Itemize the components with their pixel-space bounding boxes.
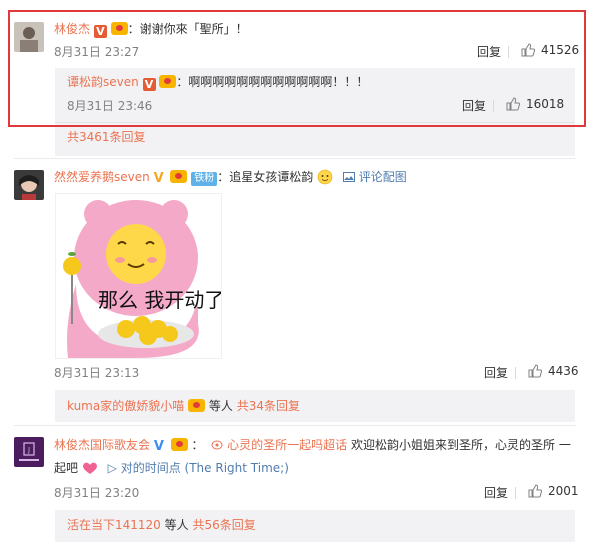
play-icon: ▷: [107, 461, 117, 475]
avatar-jj-fanclub[interactable]: J: [14, 437, 44, 467]
comment-3-reply-button[interactable]: 回复: [484, 484, 508, 501]
comment-3-reply-summary[interactable]: 活在当下141120 等人 共56条回复: [67, 517, 256, 533]
comment-3-action-divider: [515, 487, 516, 499]
reply-summary-username[interactable]: 活在当下141120: [67, 518, 161, 532]
comment-3-line-2: 起吧 ▷ 对的时间点 (The Right Time;): [54, 460, 289, 476]
reply-summary-mid: 等人: [208, 399, 233, 413]
verified-v-icon[interactable]: V: [154, 172, 167, 185]
fan-club-badge-icon[interactable]: [170, 170, 188, 183]
fan-club-badge-icon[interactable]: [170, 438, 188, 451]
comment-3-like-count: 2001: [548, 484, 579, 498]
emoji-icon: [317, 169, 333, 185]
reply-summary-count[interactable]: 共56条回复: [192, 518, 255, 532]
thumbs-up-icon: [528, 484, 542, 498]
comment-separator: [14, 425, 576, 426]
comment-2-like-button[interactable]: 4436: [528, 364, 579, 378]
comment-2-username[interactable]: 然然爱养鹅seven: [54, 170, 150, 184]
comment-1-more-replies-link[interactable]: 共3461条回复: [67, 129, 146, 145]
comment-2-reply-summary[interactable]: kuma家的傲娇貌小喵 等人 共34条回复: [67, 398, 300, 414]
svg-text:J: J: [27, 446, 30, 454]
comment-separator: [14, 158, 576, 159]
comment-3-time: 8月31日 23:20: [54, 486, 140, 500]
reply-summary-count[interactable]: 共34条回复: [237, 399, 300, 413]
reply-summary-mid: 等人: [164, 518, 189, 532]
comment-2-time: 8月31日 23:13: [54, 366, 140, 380]
image-icon: [342, 172, 355, 182]
comment-3-text-2: 起吧: [54, 461, 79, 475]
comment-3-header: 林俊杰国际歌友会 V ： 心灵的圣所一起吗超话 欢迎松韵小姐姐来到圣所，心灵的圣…: [54, 438, 571, 454]
highlight-box: [8, 10, 586, 127]
iron-fan-badge[interactable]: 铁粉: [191, 172, 218, 186]
comment-3-username[interactable]: 林俊杰国际歌友会: [54, 438, 150, 452]
thumbs-up-icon: [528, 364, 542, 378]
heart-emoji-icon: [82, 462, 97, 474]
comment-2-like-count: 4436: [548, 364, 579, 378]
comment-2-reply-button[interactable]: 回复: [484, 364, 508, 381]
topic-icon: [211, 440, 223, 450]
verified-v-icon[interactable]: V: [154, 440, 167, 453]
reply-summary-username[interactable]: kuma家的傲娇貌小喵: [67, 399, 184, 413]
comment-2-text: ：追星女孩谭松韵: [217, 170, 314, 184]
comment-2-action-divider: [515, 367, 516, 379]
comment-3-like-button[interactable]: 2001: [528, 484, 579, 498]
comment-3-text-1: 欢迎松韵小姐姐来到圣所，心灵的圣所 一: [351, 438, 571, 452]
sticker-caption: 那么 我开动了: [98, 288, 222, 312]
comment-2-sticker-image[interactable]: 那么 我开动了: [55, 193, 222, 359]
comment-2-header: 然然爱养鹅seven V 铁粉 ：追星女孩谭松韵 评论配图: [54, 169, 407, 186]
comment-3-song-link[interactable]: 对的时间点 (The Right Time;): [121, 461, 289, 475]
avatar-ranran[interactable]: [14, 170, 44, 200]
sticker-illustration: [56, 194, 221, 358]
comment-2-image-link[interactable]: 评论配图: [359, 170, 407, 184]
comment-3-topic-link[interactable]: 心灵的圣所一起吗超话: [227, 438, 347, 452]
fan-club-badge-icon[interactable]: [188, 399, 206, 412]
